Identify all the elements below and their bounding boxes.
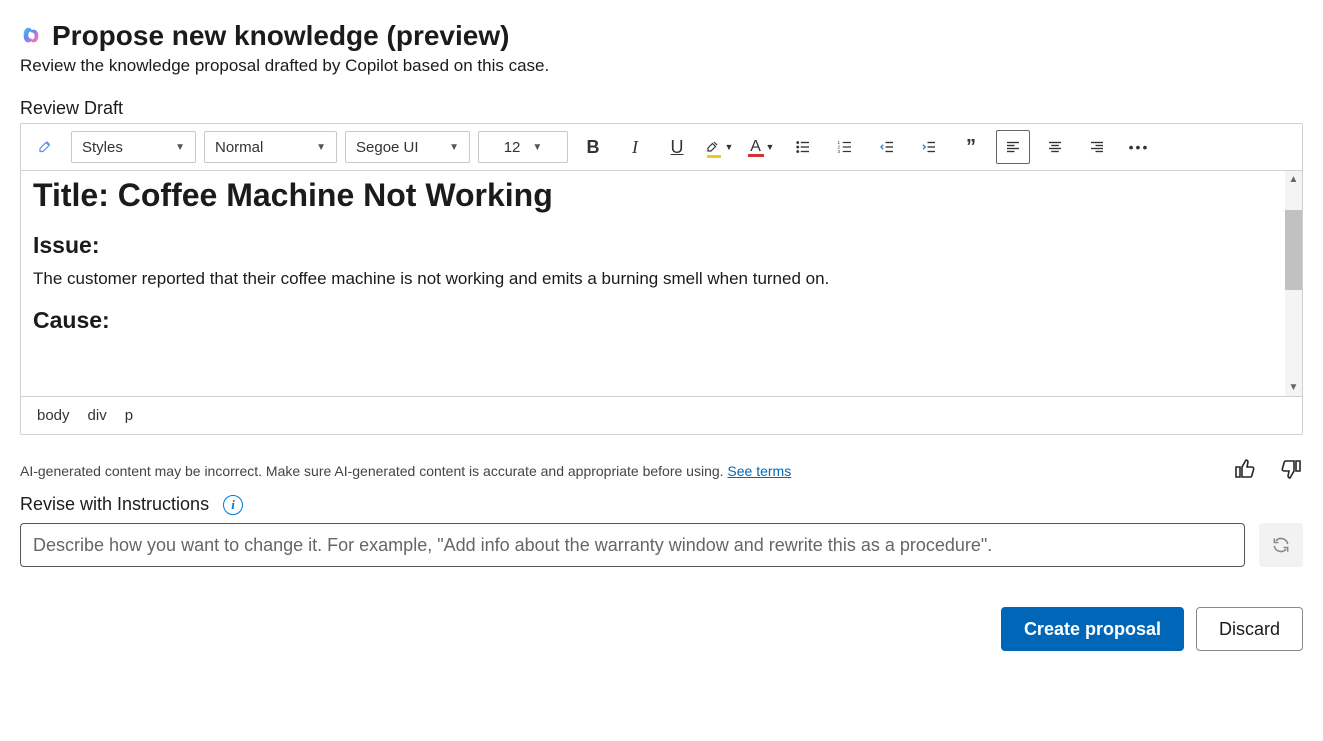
font-color-button[interactable]: A ▼ xyxy=(744,130,778,164)
regenerate-button[interactable] xyxy=(1259,523,1303,567)
revise-instructions-input[interactable] xyxy=(20,523,1245,567)
see-terms-link[interactable]: See terms xyxy=(727,463,791,479)
element-path-bar: body div p xyxy=(21,396,1302,434)
editor-toolbar: Styles ▼ Normal ▼ Segoe UI ▼ 12 ▼ B I U … xyxy=(21,124,1302,171)
scroll-up-arrow[interactable]: ▲ xyxy=(1285,171,1302,188)
ai-disclaimer: AI-generated content may be incorrect. M… xyxy=(20,463,791,479)
content-issue-text: The customer reported that their coffee … xyxy=(33,269,1290,289)
italic-button[interactable]: I xyxy=(618,130,652,164)
editor-content-area[interactable]: Title: Coffee Machine Not Working Issue:… xyxy=(21,171,1302,396)
underline-button[interactable]: U xyxy=(660,130,694,164)
discard-button[interactable]: Discard xyxy=(1196,607,1303,651)
numbered-list-button[interactable]: 123 xyxy=(828,130,862,164)
page-subtitle: Review the knowledge proposal drafted by… xyxy=(20,56,1303,76)
blockquote-button[interactable]: ” xyxy=(954,130,988,164)
paragraph-format-label: Normal xyxy=(215,139,263,156)
chevron-down-icon: ▼ xyxy=(175,142,185,153)
align-center-button[interactable] xyxy=(1038,130,1072,164)
chevron-down-icon: ▼ xyxy=(532,142,542,153)
scroll-thumb[interactable] xyxy=(1285,210,1302,290)
highlight-button[interactable]: ▼ xyxy=(702,130,736,164)
path-item[interactable]: p xyxy=(125,407,133,424)
content-cause-heading: Cause: xyxy=(33,307,1290,334)
align-left-button[interactable] xyxy=(996,130,1030,164)
thumbs-up-icon[interactable] xyxy=(1233,457,1257,484)
scrollbar[interactable]: ▲ ▼ xyxy=(1285,171,1302,396)
bullet-list-button[interactable] xyxy=(786,130,820,164)
bold-button[interactable]: B xyxy=(576,130,610,164)
rich-text-editor: Styles ▼ Normal ▼ Segoe UI ▼ 12 ▼ B I U … xyxy=(20,123,1303,435)
styles-dropdown[interactable]: Styles ▼ xyxy=(71,131,196,163)
styles-dropdown-label: Styles xyxy=(82,139,123,156)
page-header: Propose new knowledge (preview) xyxy=(20,20,1303,52)
font-size-dropdown[interactable]: 12 ▼ xyxy=(478,131,568,163)
thumbs-down-icon[interactable] xyxy=(1279,457,1303,484)
font-size-label: 12 xyxy=(504,139,521,156)
revise-label: Revise with Instructions xyxy=(20,494,209,515)
font-family-label: Segoe UI xyxy=(356,139,419,156)
align-right-button[interactable] xyxy=(1080,130,1114,164)
info-icon[interactable]: i xyxy=(223,495,243,515)
chevron-down-icon: ▼ xyxy=(316,142,326,153)
chevron-down-icon: ▼ xyxy=(449,142,459,153)
svg-text:3: 3 xyxy=(838,149,841,154)
scroll-down-arrow[interactable]: ▼ xyxy=(1285,379,1302,396)
path-item[interactable]: div xyxy=(88,407,107,424)
content-title: Title: Coffee Machine Not Working xyxy=(33,177,1290,214)
path-item[interactable]: body xyxy=(37,407,70,424)
font-family-dropdown[interactable]: Segoe UI ▼ xyxy=(345,131,470,163)
more-options-button[interactable]: ••• xyxy=(1122,130,1156,164)
outdent-button[interactable] xyxy=(870,130,904,164)
paragraph-format-dropdown[interactable]: Normal ▼ xyxy=(204,131,337,163)
create-proposal-button[interactable]: Create proposal xyxy=(1001,607,1184,651)
copilot-icon xyxy=(20,25,42,47)
content-issue-heading: Issue: xyxy=(33,232,1290,259)
format-painter-icon[interactable] xyxy=(29,130,63,164)
indent-button[interactable] xyxy=(912,130,946,164)
ai-disclaimer-text: AI-generated content may be incorrect. M… xyxy=(20,463,727,479)
page-title: Propose new knowledge (preview) xyxy=(52,20,509,52)
review-draft-label: Review Draft xyxy=(20,98,1303,119)
